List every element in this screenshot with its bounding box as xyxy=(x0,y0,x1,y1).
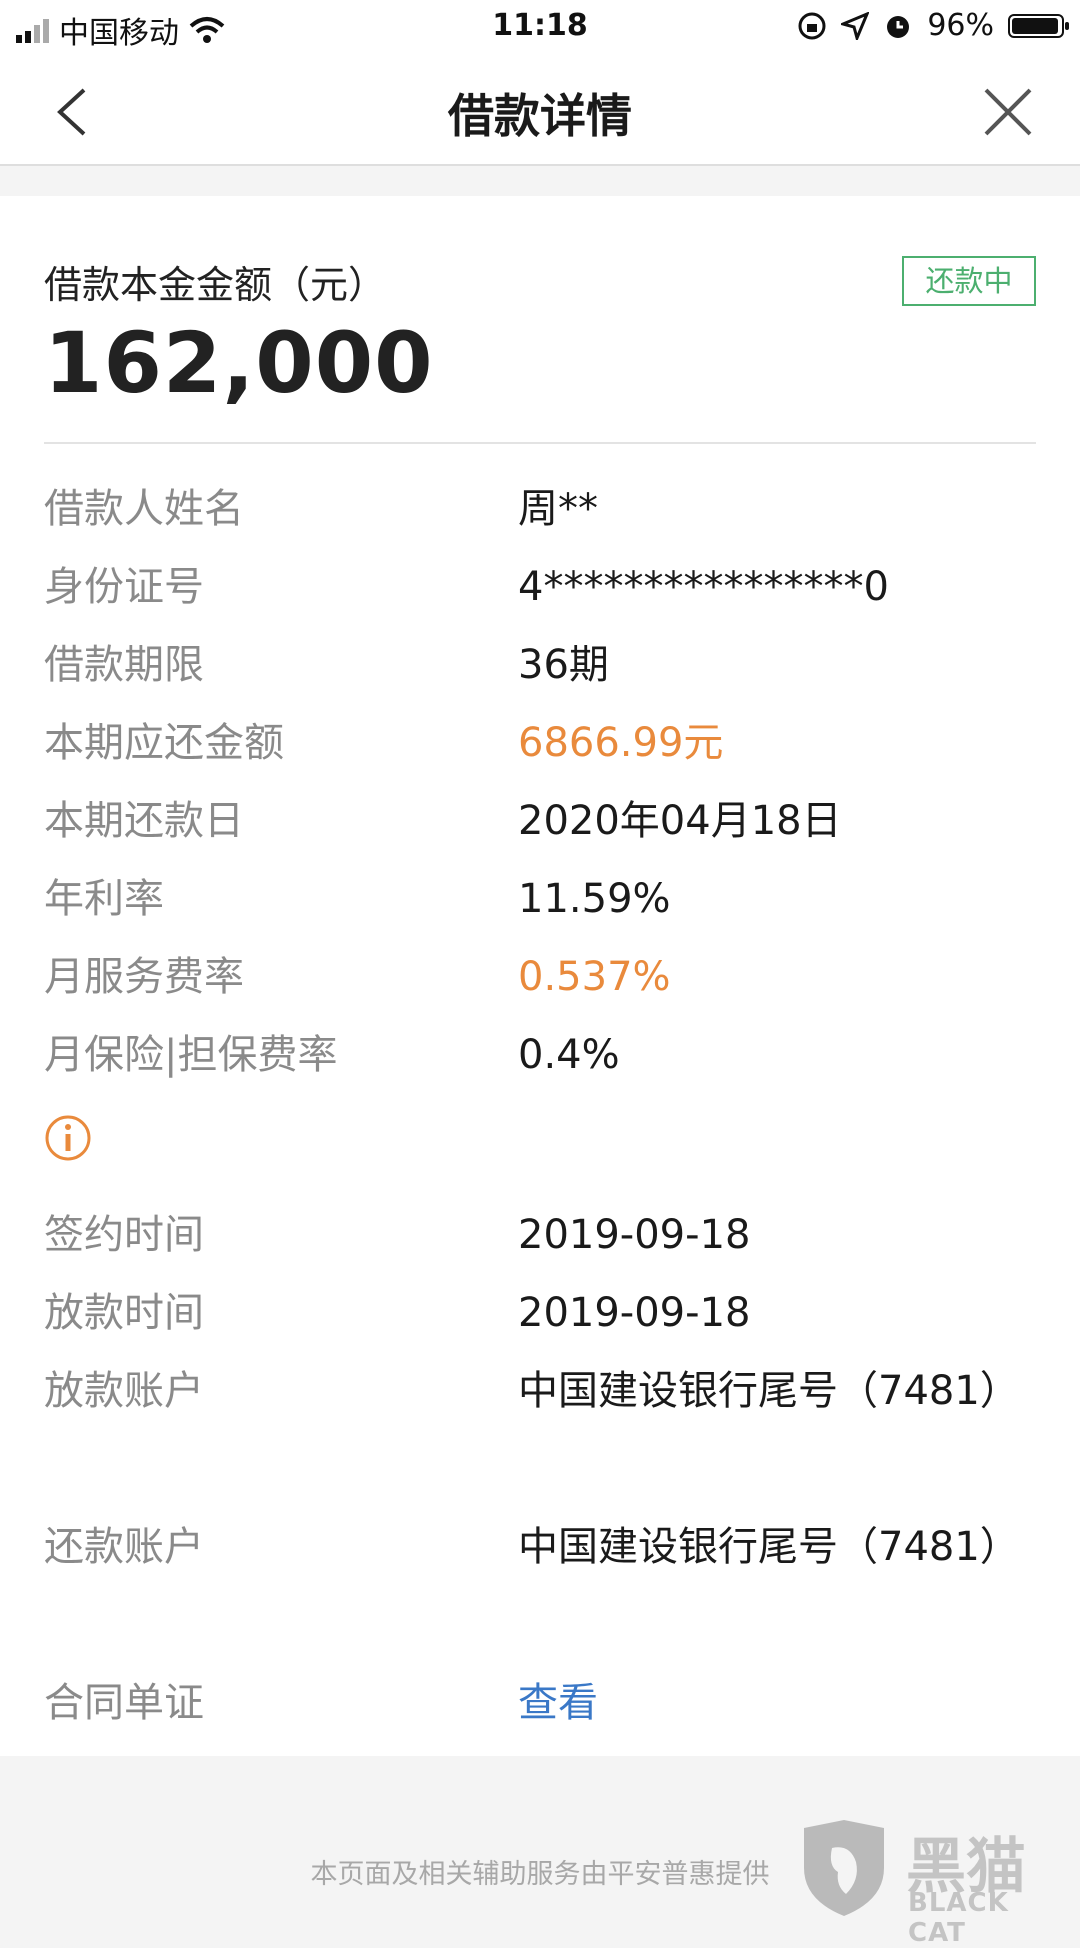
rotation-lock-icon xyxy=(798,12,826,39)
detail-value: 中国建设银行尾号（7481） xyxy=(518,1524,1020,1570)
close-icon[interactable] xyxy=(980,84,1036,140)
detail-label: 年利率 xyxy=(44,876,164,922)
battery-icon xyxy=(1008,13,1069,38)
loan-amount-value: 162,000 xyxy=(44,314,434,412)
battery-fill xyxy=(1012,17,1058,34)
detail-label: 本期应还金额 xyxy=(44,720,284,766)
detail-label: 月保险|担保费率 xyxy=(44,1032,338,1078)
view-contract-link[interactable]: 查看 xyxy=(518,1664,1058,1742)
alarm-icon xyxy=(887,15,910,38)
loan-detail-card: 借款本金金额（元） 162,000 还款中 借款人姓名 周** 身份证号 4**… xyxy=(0,196,1080,1756)
status-bar-right: 96% xyxy=(797,8,1069,43)
detail-label: 月服务费率 xyxy=(44,954,244,1000)
battery-percent: 96% xyxy=(927,8,994,43)
detail-label: 借款人姓名 xyxy=(44,486,244,532)
detail-value: 2020年04月18日 xyxy=(518,798,842,844)
divider xyxy=(44,442,1036,444)
detail-label: 放款时间 xyxy=(44,1290,204,1336)
detail-value: 2019-09-18 xyxy=(518,1212,751,1258)
status-badge: 还款中 xyxy=(902,256,1036,306)
info-icon[interactable] xyxy=(44,1114,92,1162)
detail-label: 还款账户 xyxy=(44,1524,204,1570)
loan-amount-label: 借款本金金额（元） xyxy=(44,263,387,307)
page-title: 借款详情 xyxy=(448,89,632,143)
detail-value: 中国建设银行尾号（7481） xyxy=(518,1368,1020,1414)
status-bar: 中国移动 11:18 96% xyxy=(0,0,1080,56)
black-cat-watermark: 黑猫 BLACK CAT xyxy=(796,1818,1066,1948)
navigation-bar: 借款详情 xyxy=(0,56,1080,166)
detail-value: 36期 xyxy=(518,642,609,688)
detail-value: 0.537% xyxy=(518,954,671,1000)
detail-label: 签约时间 xyxy=(44,1212,204,1258)
black-cat-logo-icon xyxy=(804,1820,884,1916)
location-arrow-icon xyxy=(841,11,870,40)
detail-label: 放款账户 xyxy=(44,1368,204,1414)
detail-label: 本期还款日 xyxy=(44,798,244,844)
detail-value: 11.59% xyxy=(518,876,671,922)
watermark-en-text: BLACK CAT xyxy=(908,1888,1009,1948)
footer: 本页面及相关辅助服务由平安普惠提供 黑猫 BLACK CAT xyxy=(0,1756,1080,1948)
detail-label: 合同单证 xyxy=(44,1680,204,1726)
detail-label: 身份证号 xyxy=(44,564,204,610)
detail-value: 6866.99元 xyxy=(518,720,724,766)
detail-label: 借款期限 xyxy=(44,642,204,688)
detail-value: 0.4% xyxy=(518,1032,620,1078)
detail-value: 2019-09-18 xyxy=(518,1290,751,1336)
detail-value: 4****************0 xyxy=(518,564,889,610)
detail-value: 周** xyxy=(518,486,598,532)
